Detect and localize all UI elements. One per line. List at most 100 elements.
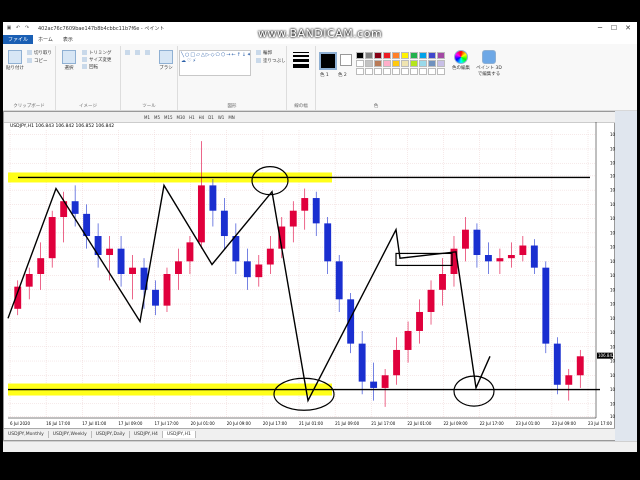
candle-body [553,343,561,385]
palette-color[interactable] [428,52,436,59]
maximize-button[interactable]: ☐ [607,22,621,34]
chart-tab[interactable]: USDJPY,H4 [130,431,163,438]
candle-body [565,375,573,385]
x-tick-label: 21 Jul 17:00 [371,421,395,426]
candle-body [209,185,217,211]
palette-color[interactable] [383,60,391,67]
timeframe-m5[interactable]: M5 [154,115,160,120]
candle-body [25,274,33,287]
copy-button[interactable]: コピー [27,58,48,64]
palette-color[interactable] [392,68,400,75]
palette-color[interactable] [374,52,382,59]
pencil-icon [125,50,130,55]
palette-color[interactable] [365,68,373,75]
palette-color[interactable] [419,52,427,59]
minimize-button[interactable]: ─ [593,22,607,34]
pencil-tool[interactable] [125,50,132,56]
timeframe-d1[interactable]: D1 [208,115,214,120]
candle-body [530,245,538,268]
tab-file[interactable]: ファイル [3,34,34,44]
color-palette[interactable] [356,52,445,75]
chart-tab[interactable]: USDJPY,H1 [162,431,196,438]
copy-icon [27,58,32,63]
paint3d-button[interactable]: ペイント 3D で編集する [474,50,504,77]
crop-button[interactable]: トリミング [82,50,112,56]
save-icon[interactable]: ▣ [6,25,12,31]
palette-color[interactable] [401,52,409,59]
highlight-circle [453,375,495,407]
candle-body [393,349,401,376]
palette-color[interactable] [374,60,382,67]
symbol-info: USDJPY,H1 106.843 106.842 106.852 106.84… [10,124,115,129]
text-tool[interactable] [145,50,152,56]
color-wheel-icon [454,50,468,64]
palette-color[interactable] [437,60,445,67]
outline-button[interactable]: 輪郭 [256,50,272,56]
tab-view[interactable]: 表示 [58,35,78,44]
x-tick-label: 20 Jul 17:00 [263,421,287,426]
palette-color[interactable] [356,52,364,59]
palette-color[interactable] [392,60,400,67]
edit-colors-button[interactable]: 色の編集 [450,50,472,71]
chart-tab[interactable]: USDJPY,Monthly [4,431,49,438]
timeframe-h1[interactable]: H1 [189,115,195,120]
timeframe-h4[interactable]: H4 [199,115,205,120]
rotate-button[interactable]: 回転 [82,64,98,70]
palette-color[interactable] [437,68,445,75]
palette-color[interactable] [419,60,427,67]
timeframe-w1[interactable]: W1 [218,115,225,120]
timeframe-mn[interactable]: MN [228,115,234,120]
outline-icon [256,50,261,55]
undo-icon[interactable]: ↶ [15,25,21,31]
paste-icon [8,50,22,64]
canvas-scroll-area[interactable] [615,111,637,441]
timeframe-m15[interactable]: M15 [164,115,173,120]
shapes-gallery[interactable]: ╲○□▱△▷◇⬠⬡→←↑↓✦☆✶☁♡⚡ [179,50,251,76]
palette-color[interactable] [401,60,409,67]
select-button[interactable]: 選択 [60,50,78,71]
x-tick-label: 23 Jul 01:00 [516,421,540,426]
paste-button[interactable]: 貼り付け [6,50,24,71]
chart-tab[interactable]: USDJPY,Weekly [49,431,92,438]
candle-body [71,201,79,214]
palette-color[interactable] [383,68,391,75]
fill-button[interactable]: 塗りつぶし [256,58,286,64]
palette-color[interactable] [428,60,436,67]
palette-color[interactable] [356,68,364,75]
palette-color[interactable] [410,60,418,67]
tab-home[interactable]: ホーム [33,35,58,44]
x-tick-label: 23 Jul 09:00 [552,421,576,426]
resize-button[interactable]: サイズ変更 [82,57,111,63]
candle-body [576,356,584,376]
palette-color[interactable] [419,68,427,75]
candle-body [484,255,492,262]
palette-color[interactable] [428,68,436,75]
palette-color[interactable] [365,52,373,59]
crop-icon [82,50,87,55]
chart-tab[interactable]: USDJPY,Daily [92,431,130,438]
candle-body [266,248,274,265]
palette-color[interactable] [410,68,418,75]
close-button[interactable]: ✕ [621,22,635,34]
line-width-icon[interactable] [293,52,309,68]
fill-tool[interactable] [135,50,142,56]
canvas-area[interactable]: M1 M5 M15 M30 H1 H4 D1 W1 MN USDJPY,H1 106.843 1… [3,111,637,441]
timeframe-m1[interactable]: M1 [144,115,150,120]
palette-color[interactable] [374,68,382,75]
paint-window: ▣ ↶ ↷ 402ac76c7609bae147b8b4cbbc11b7f6e … [3,22,637,452]
palette-color[interactable] [401,68,409,75]
brush-button[interactable]: ブラシ [157,50,175,71]
color1-swatch[interactable] [319,52,337,70]
redo-icon[interactable]: ↷ [24,25,30,31]
image-group: 選択 トリミング サイズ変更 回転 イメージ [56,46,121,110]
palette-color[interactable] [365,60,373,67]
color2-swatch[interactable] [340,54,352,66]
palette-color[interactable] [437,52,445,59]
palette-color[interactable] [410,52,418,59]
palette-color[interactable] [383,52,391,59]
palette-color[interactable] [356,60,364,67]
timeframe-m30[interactable]: M30 [177,115,186,120]
candle-body [370,381,378,388]
palette-color[interactable] [392,52,400,59]
cut-button[interactable]: 切り取り [27,50,52,56]
